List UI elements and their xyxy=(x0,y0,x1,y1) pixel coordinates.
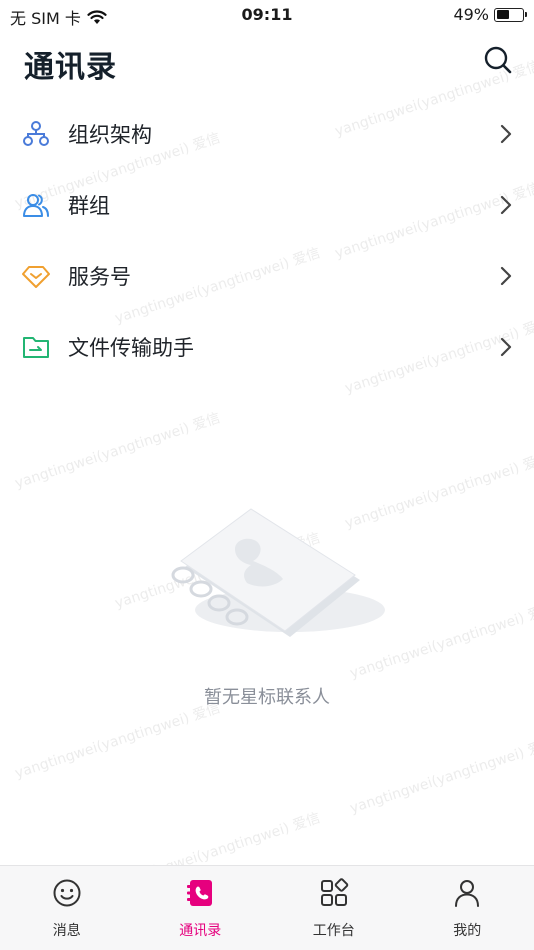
header: 通讯录 xyxy=(0,38,534,88)
battery-percent: 49% xyxy=(453,5,489,24)
workbench-grid-icon xyxy=(320,878,348,906)
battery-icon xyxy=(494,7,527,22)
org-chart-icon xyxy=(23,120,49,146)
folder-transfer-icon xyxy=(23,336,49,358)
menu-item-file-transfer[interactable]: 文件传输助手 xyxy=(0,311,534,382)
group-icon xyxy=(23,193,49,217)
status-bar-right: 49% xyxy=(453,5,527,24)
bottom-tab-bar: 消息 通讯录 工作台 我的 xyxy=(0,865,534,950)
empty-address-book-illustration xyxy=(171,508,385,637)
chevron-right-icon xyxy=(500,266,512,285)
menu-item-label: 服务号 xyxy=(68,264,131,289)
service-diamond-icon xyxy=(22,265,50,288)
tab-label: 我的 xyxy=(453,923,482,939)
tab-contacts[interactable]: 通讯录 xyxy=(134,866,268,950)
menu-item-label: 文件传输助手 xyxy=(68,335,194,360)
watermark-text: yangtingwei(yangtingwei) 爱信 xyxy=(13,410,223,492)
message-smile-icon xyxy=(53,879,81,907)
profile-icon xyxy=(455,880,480,907)
chevron-right-icon xyxy=(500,195,512,214)
empty-state-text: 暂无星标联系人 xyxy=(204,687,330,708)
contacts-menu: 组织架构 群组 服务号 文件传输助手 xyxy=(0,98,534,382)
tab-label: 工作台 xyxy=(312,923,355,939)
menu-item-label: 群组 xyxy=(68,193,110,218)
search-icon[interactable] xyxy=(482,44,514,76)
chevron-right-icon xyxy=(500,337,512,356)
tab-workbench[interactable]: 工作台 xyxy=(267,866,401,950)
menu-item-org-chart[interactable]: 组织架构 xyxy=(0,98,534,169)
tab-me[interactable]: 我的 xyxy=(401,866,534,950)
menu-item-service-accounts[interactable]: 服务号 xyxy=(0,240,534,311)
status-bar: 无 SIM 卡 09:11 49% xyxy=(0,0,534,32)
chevron-right-icon xyxy=(500,124,512,143)
watermark-text: yangtingwei(yangtingwei) 爱信 xyxy=(348,735,534,817)
menu-item-label: 组织架构 xyxy=(68,122,152,147)
tab-label: 消息 xyxy=(52,923,81,939)
tab-label: 通讯录 xyxy=(179,923,222,939)
watermark-text: yangtingwei(yangtingwei) 爱信 xyxy=(13,700,223,782)
page-title: 通讯录 xyxy=(24,50,117,85)
contacts-book-icon xyxy=(187,880,213,906)
menu-item-groups[interactable]: 群组 xyxy=(0,169,534,240)
tab-messages[interactable]: 消息 xyxy=(0,866,134,950)
